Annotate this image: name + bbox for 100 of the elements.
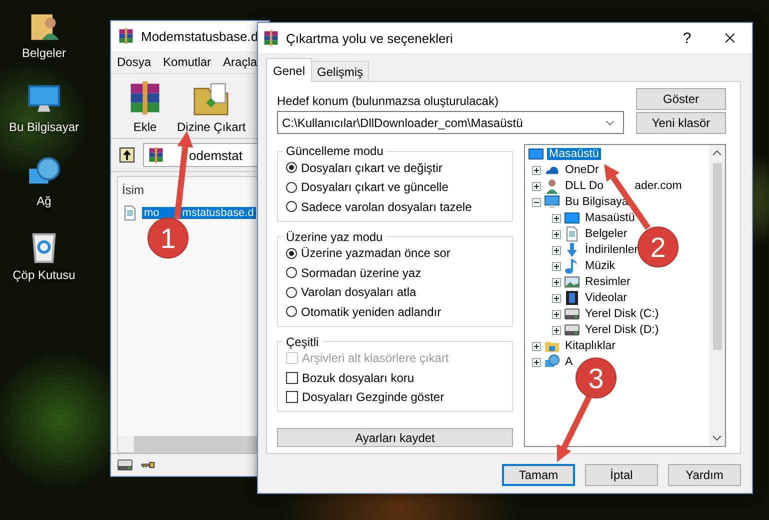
checkbox-option[interactable]: Bozuk dosyaları koru bbox=[286, 368, 506, 388]
radio-option[interactable]: Dosyaları çıkart ve değiştir bbox=[286, 158, 506, 178]
radio-option[interactable]: Sormadan üzerine yaz bbox=[286, 263, 506, 282]
radio-option[interactable]: Üzerine yazmadan önce sor bbox=[286, 244, 506, 263]
drive-icon bbox=[115, 457, 135, 473]
globe-icon bbox=[544, 354, 560, 370]
expander-toggle[interactable] bbox=[532, 182, 541, 190]
tree-item[interactable]: Masaüstü bbox=[547, 148, 601, 160]
tree-item[interactable]: Masaüstü bbox=[583, 212, 637, 224]
tree-item[interactable]: ader.com bbox=[632, 180, 684, 192]
checkbox-option[interactable]: Dosyaları Gezginde göster bbox=[286, 388, 506, 407]
dialog-button[interactable]: Yeni klasör bbox=[636, 112, 726, 134]
tree-item[interactable]: OneDr bbox=[563, 164, 601, 176]
expander-toggle[interactable] bbox=[552, 310, 561, 318]
toolbar-button[interactable]: Ekle bbox=[123, 79, 167, 134]
radio-button[interactable] bbox=[286, 248, 297, 259]
group-title: Çeşitli bbox=[285, 334, 320, 348]
step-badge: 2 bbox=[638, 226, 678, 268]
window-title: Modemstatusbase.d bbox=[141, 28, 258, 44]
expander-toggle[interactable] bbox=[552, 326, 561, 334]
radio-button[interactable] bbox=[286, 286, 297, 298]
tree-item[interactable]: Kitaplıklar bbox=[563, 340, 618, 352]
vertical-scrollbar[interactable] bbox=[709, 145, 725, 446]
menu-item[interactable]: Komutlar bbox=[163, 55, 212, 69]
tree-item[interactable]: Yerel Disk (C:) bbox=[583, 308, 661, 320]
radio-option[interactable]: Sadece varolan dosyaları tazele bbox=[286, 197, 506, 216]
radio-button[interactable] bbox=[286, 306, 297, 318]
chevron-down-icon[interactable] bbox=[712, 435, 722, 441]
dialog-button[interactable]: İptal bbox=[585, 464, 658, 486]
step-badge: 1 bbox=[148, 218, 188, 258]
person-icon bbox=[544, 178, 560, 194]
tree-item[interactable]: A bbox=[563, 356, 575, 368]
callout-arrow bbox=[556, 396, 592, 462]
menu-item[interactable]: Araçla bbox=[223, 55, 258, 69]
tree-item[interactable]: Yerel Disk (D:) bbox=[583, 324, 661, 336]
step-badge: 3 bbox=[576, 358, 616, 398]
document-icon bbox=[122, 205, 138, 221]
checkbox[interactable] bbox=[286, 391, 298, 404]
save-settings-button[interactable]: Ayarları kaydet bbox=[277, 428, 513, 447]
tree-item[interactable]: Belgeler bbox=[583, 228, 630, 240]
drive-icon bbox=[564, 306, 580, 322]
destination-path-field[interactable]: C:\Kullanıcılar\DllDownloader_com\Masaüstü bbox=[277, 111, 624, 134]
help-button[interactable]: ? bbox=[672, 30, 702, 46]
group-title: Üzerine yaz modu bbox=[285, 230, 384, 244]
stacked-books-icon bbox=[117, 27, 135, 45]
stacked-books-icon bbox=[262, 29, 280, 47]
expander-toggle[interactable] bbox=[532, 198, 541, 206]
desktop-icon-label[interactable]: Belgeler bbox=[22, 46, 66, 60]
desktop-icon-label[interactable]: Ağ bbox=[36, 194, 52, 208]
tree-item[interactable]: DLL Do bbox=[563, 180, 606, 192]
chevron-up-icon[interactable] bbox=[712, 150, 722, 156]
expander-toggle[interactable] bbox=[532, 342, 541, 350]
tree-item[interactable]: İndirilenler bbox=[583, 244, 640, 256]
dialog-button[interactable]: Göster bbox=[636, 88, 726, 110]
expander-toggle[interactable] bbox=[552, 262, 561, 270]
tab[interactable]: Gelişmiş bbox=[311, 61, 370, 81]
tab[interactable]: Genel bbox=[266, 58, 312, 82]
column-header[interactable]: İsim bbox=[122, 183, 144, 197]
down-arrow-icon bbox=[564, 242, 580, 258]
expander-toggle[interactable] bbox=[532, 358, 541, 366]
expander-toggle[interactable] bbox=[552, 294, 561, 302]
monitor-icon bbox=[544, 194, 560, 210]
screen-icon bbox=[528, 146, 544, 162]
music-note-icon bbox=[564, 258, 580, 274]
tree-item[interactable]: Videolar bbox=[583, 292, 629, 304]
expander-toggle[interactable] bbox=[552, 278, 561, 286]
tree-item[interactable]: Bu Bilgisaya bbox=[563, 196, 630, 208]
menu-item[interactable]: Dosya bbox=[117, 55, 152, 69]
tree-item[interactable]: Müzik bbox=[583, 260, 618, 272]
desktop-icon-label[interactable]: Çöp Kutusu bbox=[12, 268, 76, 282]
desktop-icon-label[interactable]: Bu Bilgisayar bbox=[8, 120, 80, 134]
picture-icon bbox=[564, 274, 580, 290]
field-label: Hedef konum (bulunmazsa oluşturulacak) bbox=[277, 94, 500, 108]
group-title: Güncelleme modu bbox=[285, 144, 384, 158]
file-name[interactable]: mstatusbase.d bbox=[180, 207, 256, 219]
expander-toggle[interactable] bbox=[552, 246, 561, 254]
radio-option[interactable]: Dosyaları çıkart ve güncelle bbox=[286, 178, 506, 197]
radio-button[interactable] bbox=[286, 201, 297, 212]
expander-toggle[interactable] bbox=[552, 214, 561, 222]
stacked-books-icon bbox=[147, 146, 165, 164]
up-button[interactable] bbox=[117, 145, 137, 165]
film-icon bbox=[564, 290, 580, 306]
file-name[interactable]: mo bbox=[142, 207, 162, 219]
selection-highlight[interactable]: mo mstatusbase.d bbox=[142, 207, 256, 219]
checkbox[interactable] bbox=[286, 372, 298, 384]
dialog-button[interactable]: Tamam bbox=[502, 464, 575, 486]
radio-option[interactable]: Varolan dosyaları atla bbox=[286, 282, 506, 302]
tree-item[interactable]: Resimler bbox=[583, 276, 632, 288]
dialog-title: Çıkartma yolu ve seçenekleri bbox=[286, 30, 454, 46]
radio-button[interactable] bbox=[286, 267, 297, 278]
toolbar-button[interactable]: Dizine Çıkart bbox=[177, 79, 246, 134]
screen-icon bbox=[564, 210, 580, 226]
radio-button[interactable] bbox=[286, 182, 297, 193]
radio-option[interactable]: Otomatik yeniden adlandır bbox=[286, 302, 506, 322]
document-icon bbox=[564, 226, 580, 242]
expander-toggle[interactable] bbox=[552, 230, 561, 238]
radio-button[interactable] bbox=[286, 162, 297, 174]
dialog-button[interactable]: Yardım bbox=[668, 464, 741, 486]
drive-icon bbox=[564, 322, 580, 338]
expander-toggle[interactable] bbox=[532, 166, 541, 174]
